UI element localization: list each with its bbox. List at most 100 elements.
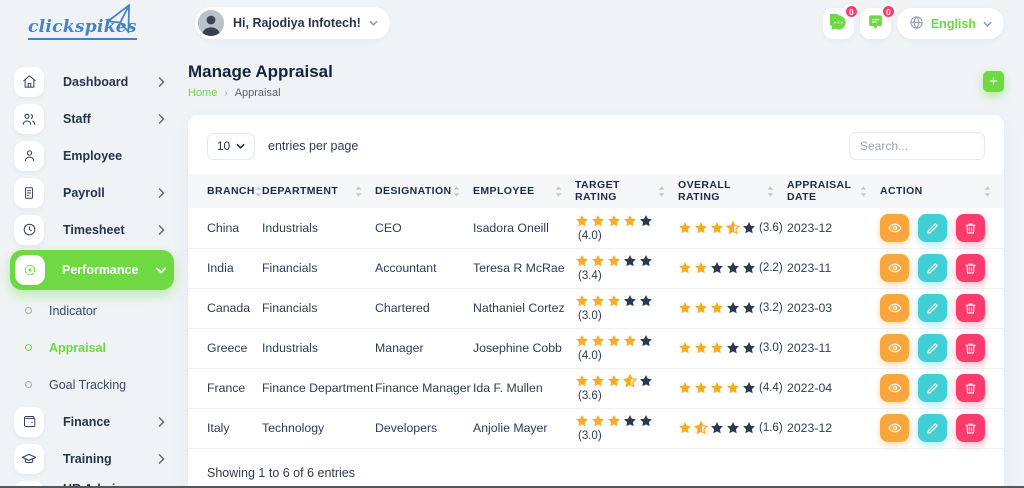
cell-branch: India xyxy=(188,248,262,288)
cell-designation: Developers xyxy=(375,408,473,448)
sidebar-item-employee[interactable]: Employee xyxy=(14,137,174,174)
cell-designation: Finance Manager xyxy=(375,368,473,408)
column-header-designation[interactable]: Designation xyxy=(375,174,473,208)
sidebar-item-training[interactable]: Training xyxy=(14,440,174,477)
star-full-icon xyxy=(591,294,605,308)
star-full-icon xyxy=(607,334,621,348)
star-empty-icon xyxy=(623,414,637,428)
edit-button[interactable] xyxy=(918,214,947,242)
cell-appraisal-date: 2023-11 xyxy=(787,328,880,368)
brand-logo[interactable]: clickspikes xyxy=(0,0,186,56)
sidebar-item-finance[interactable]: Finance xyxy=(14,403,174,440)
delete-button[interactable] xyxy=(956,334,985,362)
column-header-target-rating[interactable]: Target Rating xyxy=(575,174,678,208)
cell-branch: Greece xyxy=(188,328,262,368)
view-button[interactable] xyxy=(880,374,909,402)
sidebar-item-label: Staff xyxy=(63,112,157,126)
cell-designation: Manager xyxy=(375,328,473,368)
delete-button[interactable] xyxy=(956,254,985,282)
star-full-icon xyxy=(710,381,724,395)
search-input[interactable] xyxy=(849,132,985,160)
column-header-appraisal-date[interactable]: Appraisal Date xyxy=(787,174,880,208)
view-button[interactable] xyxy=(880,294,909,322)
edit-button[interactable] xyxy=(918,334,947,362)
view-button[interactable] xyxy=(880,214,909,242)
column-header-department[interactable]: Department xyxy=(262,174,375,208)
star-full-icon xyxy=(710,221,724,235)
rating-value: (3.0) xyxy=(759,342,783,354)
appraisal-table: Branch DepartmentDesignationEmployee Targe… xyxy=(188,174,1004,449)
chat-bubble-icon xyxy=(830,14,847,34)
edit-button[interactable] xyxy=(918,254,947,282)
cell-employee: Isadora Oneill xyxy=(473,208,575,248)
breadcrumb-home[interactable]: Home xyxy=(188,87,217,99)
sidebar-item-dashboard[interactable]: Dashboard xyxy=(14,63,174,100)
notifications-button[interactable]: 0 xyxy=(860,8,891,39)
cell-department: Industrials xyxy=(262,208,375,248)
star-full-icon xyxy=(678,341,692,355)
table-row: Canada Financials Chartered Nathaniel Co… xyxy=(188,288,1004,328)
page-size-select[interactable]: 10 xyxy=(207,133,255,160)
cell-appraisal-date: 2022-04 xyxy=(787,368,880,408)
sidebar-item-label: Finance xyxy=(63,415,157,429)
star-full-icon xyxy=(694,341,708,355)
column-label: Branch xyxy=(207,185,255,197)
cell-target-rating: (4.0) xyxy=(575,208,678,248)
cell-actions xyxy=(880,408,1004,448)
messages-badge: 0 xyxy=(844,4,859,19)
chevron-right-icon xyxy=(157,77,166,87)
column-label: Employee xyxy=(473,185,535,197)
delete-button[interactable] xyxy=(956,414,985,442)
edit-button[interactable] xyxy=(918,294,947,322)
rating-value: (3.6) xyxy=(578,390,602,402)
view-button[interactable] xyxy=(880,254,909,282)
cell-department: Financials xyxy=(262,248,375,288)
star-full-icon xyxy=(607,414,621,428)
star-half-icon xyxy=(726,221,740,235)
star-empty-icon xyxy=(623,294,637,308)
sidebar-item-performance[interactable]: Performance xyxy=(10,250,174,290)
cell-actions xyxy=(880,288,1004,328)
star-half-icon xyxy=(694,421,708,435)
cell-branch: China xyxy=(188,208,262,248)
column-label: Appraisal Date xyxy=(787,179,860,203)
delete-button[interactable] xyxy=(956,294,985,322)
sidebar-item-goal-tracking[interactable]: Goal Tracking xyxy=(0,366,186,403)
messages-button[interactable]: 0 xyxy=(823,8,854,39)
cell-appraisal-date: 2023-03 xyxy=(787,288,880,328)
breadcrumb-separator: › xyxy=(224,88,227,99)
star-full-icon xyxy=(726,381,740,395)
column-header-employee[interactable]: Employee xyxy=(473,174,575,208)
sidebar-sub-label: Goal Tracking xyxy=(49,378,126,392)
sidebar-item-indicator[interactable]: Indicator xyxy=(0,292,186,329)
language-selector[interactable]: English xyxy=(897,8,1004,39)
rating-value: (3.0) xyxy=(578,310,602,322)
chevron-down-icon xyxy=(369,20,378,26)
star-half-icon xyxy=(623,374,637,388)
sidebar-item-timesheet[interactable]: Timesheet xyxy=(14,211,174,248)
cell-overall-rating: (3.6) xyxy=(678,208,787,248)
sidebar-item-appraisal[interactable]: Appraisal xyxy=(0,329,186,366)
star-empty-icon xyxy=(639,414,653,428)
chevron-right-icon xyxy=(157,417,166,427)
column-header-action[interactable]: Action xyxy=(880,174,1004,208)
view-button[interactable] xyxy=(880,414,909,442)
user-menu[interactable]: Hi, Rajodiya Infotech! xyxy=(195,7,390,39)
cell-appraisal-date: 2023-12 xyxy=(787,208,880,248)
star-full-icon xyxy=(694,301,708,315)
column-header-overall-rating[interactable]: Overall Rating xyxy=(678,174,787,208)
view-button[interactable] xyxy=(880,334,909,362)
sidebar-item-payroll[interactable]: Payroll xyxy=(14,174,174,211)
add-appraisal-button[interactable]: + xyxy=(983,71,1004,92)
sidebar-item-staff[interactable]: Staff xyxy=(14,100,174,137)
star-empty-icon xyxy=(639,254,653,268)
edit-button[interactable] xyxy=(918,374,947,402)
edit-button[interactable] xyxy=(918,414,947,442)
home-icon xyxy=(14,67,44,97)
delete-button[interactable] xyxy=(956,374,985,402)
column-header-branch[interactable]: Branch xyxy=(188,174,262,208)
delete-button[interactable] xyxy=(956,214,985,242)
notifications-badge: 0 xyxy=(881,4,896,19)
user-icon xyxy=(14,141,44,171)
cell-overall-rating: (3.0) xyxy=(678,328,787,368)
